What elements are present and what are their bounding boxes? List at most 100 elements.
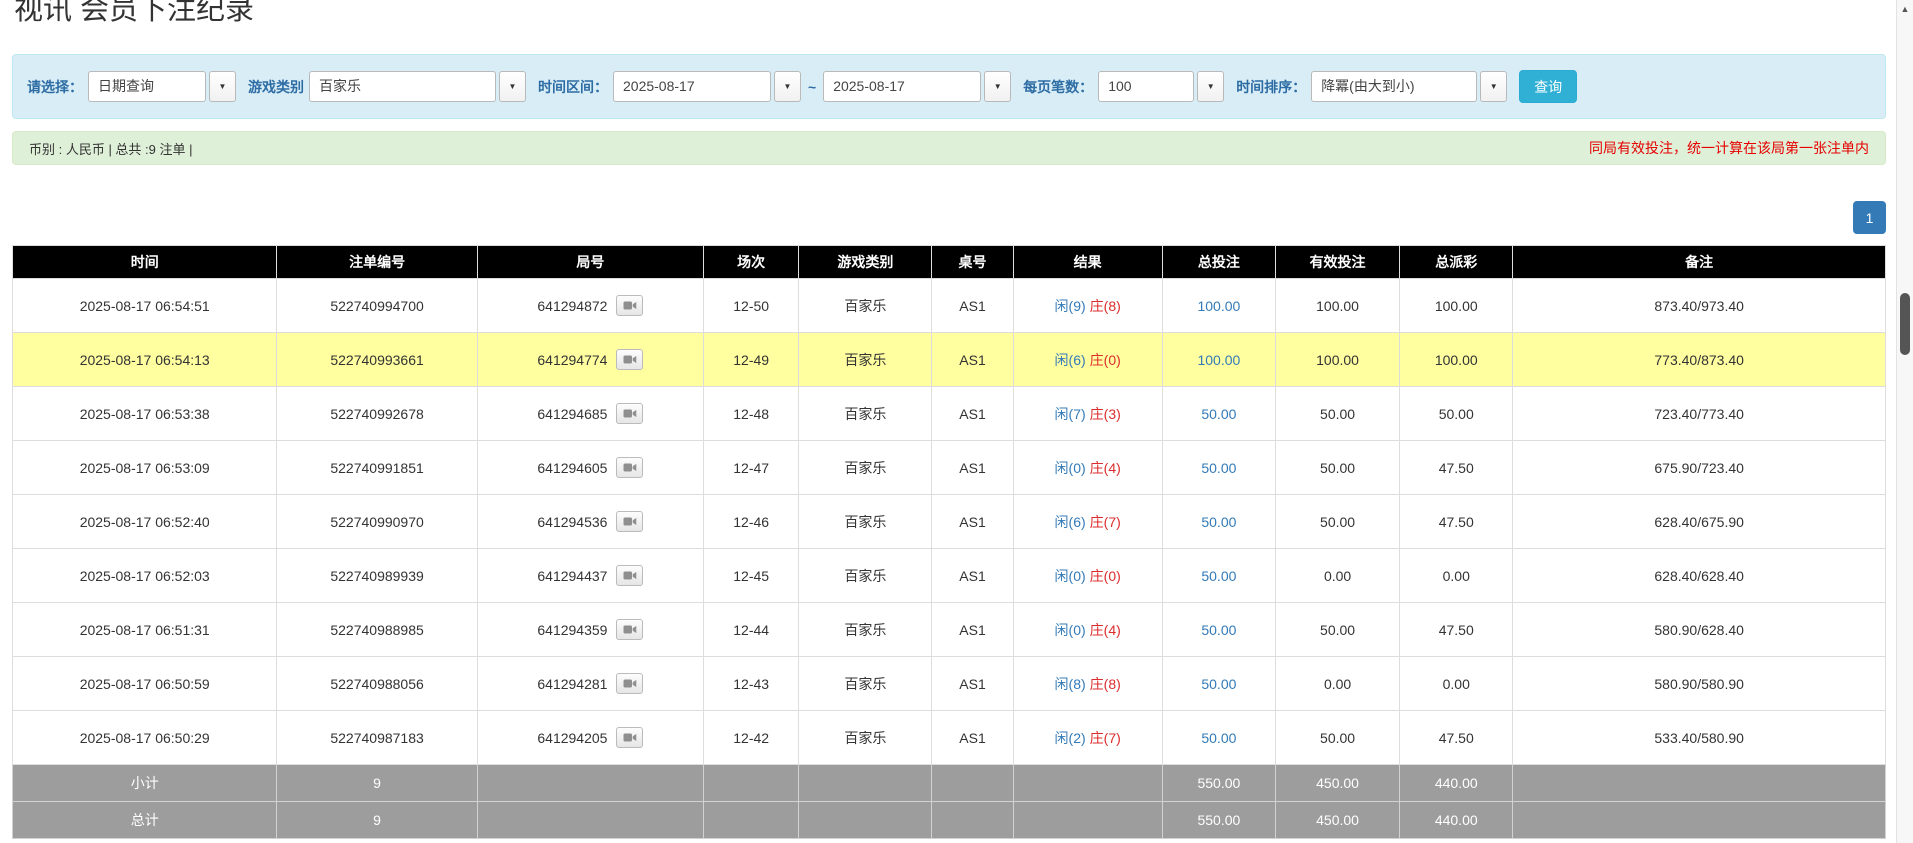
cell-bet-id: 522740991851 [277, 441, 477, 495]
cell-payout: 47.50 [1400, 495, 1513, 549]
video-replay-icon[interactable] [616, 403, 643, 424]
time-sort-dropdown[interactable]: 降冪(由大到小) ▼ [1311, 71, 1507, 102]
cell-session: 12-45 [704, 549, 799, 603]
cell-table: AS1 [932, 711, 1013, 765]
scrollbar-track[interactable]: ▲ [1896, 0, 1913, 843]
cell-time: 2025-08-17 06:50:29 [13, 711, 277, 765]
caret-down-icon[interactable]: ▼ [499, 71, 526, 102]
query-type-value[interactable]: 日期查询 [88, 71, 206, 102]
footer-cell: 440.00 [1400, 802, 1513, 839]
result-banker: 庄(7) [1090, 514, 1121, 530]
column-header-payout: 总派彩 [1400, 246, 1513, 279]
caret-down-icon[interactable]: ▼ [209, 71, 236, 102]
table-row: 2025-08-17 06:52:40 522740990970 6412945… [13, 495, 1886, 549]
video-replay-icon[interactable] [616, 511, 643, 532]
footer-cell [932, 765, 1013, 802]
cell-round: 641294437 [477, 549, 703, 603]
video-replay-icon[interactable] [616, 619, 643, 640]
caret-down-icon[interactable]: ▼ [984, 71, 1011, 102]
total-bet-link[interactable]: 100.00 [1197, 298, 1240, 314]
column-header-valid-bet: 有效投注 [1275, 246, 1399, 279]
cell-table: AS1 [932, 603, 1013, 657]
cell-time: 2025-08-17 06:53:38 [13, 387, 277, 441]
game-type-dropdown[interactable]: 百家乐 ▼ [309, 71, 526, 102]
cell-round: 641294359 [477, 603, 703, 657]
total-bet-link[interactable]: 50.00 [1201, 730, 1236, 746]
total-bet-link[interactable]: 50.00 [1201, 406, 1236, 422]
cell-time: 2025-08-17 06:54:13 [13, 333, 277, 387]
column-header-time: 时间 [13, 246, 277, 279]
cell-remark: 773.40/873.40 [1513, 333, 1886, 387]
cell-time: 2025-08-17 06:54:51 [13, 279, 277, 333]
date-to-dropdown[interactable]: 2025-08-17 ▼ [823, 71, 1011, 102]
cell-round: 641294605 [477, 441, 703, 495]
cell-time: 2025-08-17 06:52:03 [13, 549, 277, 603]
page-size-label: 每页笔数： [1023, 77, 1093, 97]
page-size-dropdown[interactable]: 100 ▼ [1098, 71, 1224, 102]
total-bet-link[interactable]: 50.00 [1201, 676, 1236, 692]
cell-valid-bet: 50.00 [1275, 441, 1399, 495]
result-player: 闲(6) [1055, 352, 1086, 368]
date-range-label: 时间区间： [538, 77, 608, 97]
column-header-game-type: 游戏类别 [799, 246, 932, 279]
cell-game-type: 百家乐 [799, 657, 932, 711]
cell-table: AS1 [932, 441, 1013, 495]
cell-total-bet: 50.00 [1162, 441, 1275, 495]
result-player: 闲(7) [1055, 406, 1086, 422]
result-player: 闲(9) [1055, 298, 1086, 314]
result-player: 闲(8) [1055, 676, 1086, 692]
video-replay-icon[interactable] [616, 295, 643, 316]
page-button-1[interactable]: 1 [1853, 201, 1886, 234]
cell-payout: 47.50 [1400, 603, 1513, 657]
cell-bet-id: 522740994700 [277, 279, 477, 333]
summary-bar: 币别 : 人民币 | 总共 :9 注单 | 同局有效投注，统一计算在该局第一张注… [12, 131, 1886, 165]
video-replay-icon[interactable] [616, 349, 643, 370]
valid-bet-notice: 同局有效投注，统一计算在该局第一张注单内 [1589, 138, 1869, 158]
total-bet-link[interactable]: 50.00 [1201, 460, 1236, 476]
round-id: 641294872 [537, 298, 607, 314]
table-row: 2025-08-17 06:50:29 522740987183 6412942… [13, 711, 1886, 765]
video-replay-icon[interactable] [616, 565, 643, 586]
cell-bet-id: 522740992678 [277, 387, 477, 441]
date-from-dropdown[interactable]: 2025-08-17 ▼ [613, 71, 801, 102]
table-row: 2025-08-17 06:51:31 522740988985 6412943… [13, 603, 1886, 657]
search-button[interactable]: 查询 [1519, 70, 1577, 103]
date-to-value[interactable]: 2025-08-17 [823, 71, 981, 102]
total-bet-link[interactable]: 50.00 [1201, 568, 1236, 584]
column-header-bet-id: 注单编号 [277, 246, 477, 279]
video-replay-icon[interactable] [616, 727, 643, 748]
footer-cell [1513, 802, 1886, 839]
cell-game-type: 百家乐 [799, 603, 932, 657]
footer-cell [1013, 765, 1162, 802]
column-header-round: 局号 [477, 246, 703, 279]
cell-result: 闲(2)庄(7) [1013, 711, 1162, 765]
scroll-up-arrow-icon[interactable]: ▲ [1897, 2, 1913, 16]
cell-bet-id: 522740990970 [277, 495, 477, 549]
scrollbar-thumb[interactable] [1900, 293, 1910, 355]
total-bet-link[interactable]: 50.00 [1201, 622, 1236, 638]
caret-down-icon[interactable]: ▼ [774, 71, 801, 102]
total-bet-link[interactable]: 100.00 [1197, 352, 1240, 368]
cell-table: AS1 [932, 387, 1013, 441]
cell-remark: 580.90/628.40 [1513, 603, 1886, 657]
cell-valid-bet: 50.00 [1275, 711, 1399, 765]
select-type-label: 请选择： [27, 77, 83, 97]
footer-cell [704, 802, 799, 839]
video-replay-icon[interactable] [616, 457, 643, 478]
query-type-dropdown[interactable]: 日期查询 ▼ [88, 71, 236, 102]
time-sort-value[interactable]: 降冪(由大到小) [1311, 71, 1477, 102]
cell-remark: 628.40/675.90 [1513, 495, 1886, 549]
game-type-value[interactable]: 百家乐 [309, 71, 496, 102]
cell-total-bet: 100.00 [1162, 279, 1275, 333]
table-row: 2025-08-17 06:54:13 522740993661 6412947… [13, 333, 1886, 387]
result-banker: 庄(0) [1090, 568, 1121, 584]
cell-result: 闲(6)庄(7) [1013, 495, 1162, 549]
date-from-value[interactable]: 2025-08-17 [613, 71, 771, 102]
total-bet-link[interactable]: 50.00 [1201, 514, 1236, 530]
cell-remark: 580.90/580.90 [1513, 657, 1886, 711]
cell-game-type: 百家乐 [799, 495, 932, 549]
page-size-value[interactable]: 100 [1098, 71, 1194, 102]
video-replay-icon[interactable] [616, 673, 643, 694]
caret-down-icon[interactable]: ▼ [1480, 71, 1507, 102]
caret-down-icon[interactable]: ▼ [1197, 71, 1224, 102]
